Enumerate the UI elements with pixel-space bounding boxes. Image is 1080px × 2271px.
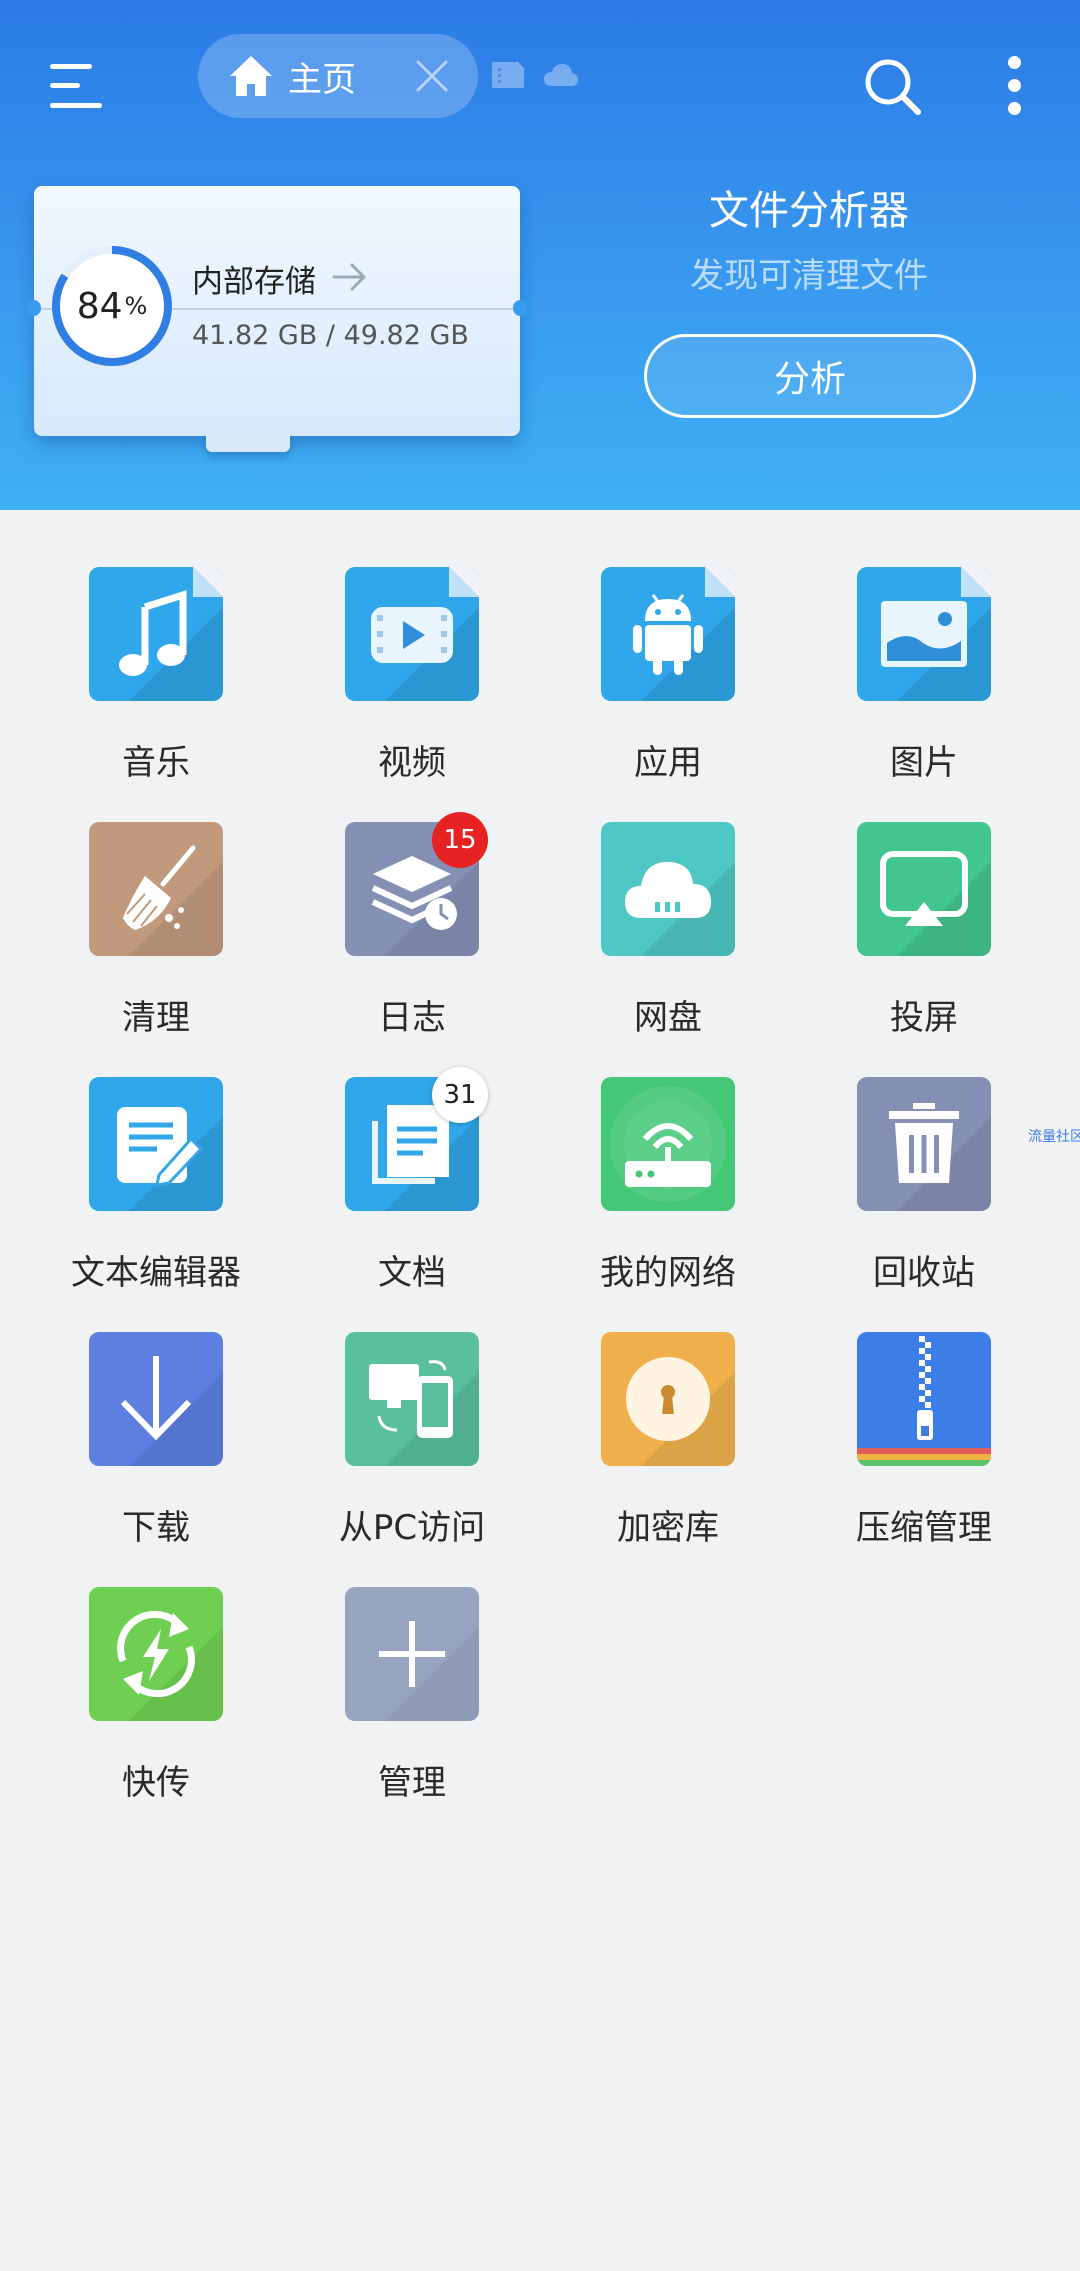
grid-item-label: 音乐 (122, 743, 190, 783)
grid-item-label: 下载 (122, 1508, 190, 1548)
zip-archive-icon (857, 1332, 991, 1466)
tab-home-label: 主页 (288, 59, 356, 100)
grid-item-documents[interactable]: 31 文档 (284, 1067, 540, 1307)
menu-button[interactable] (44, 58, 108, 114)
home-icon (230, 56, 272, 96)
cloud-drive-icon (601, 822, 735, 956)
grid-item-label: 应用 (634, 743, 702, 783)
grid-item-label: 文本编辑器 (71, 1253, 241, 1293)
pc-phone-icon (345, 1332, 479, 1466)
more-vertical-icon[interactable] (1000, 54, 1030, 118)
grid-item-archive[interactable]: 压缩管理 (796, 1332, 1052, 1562)
grid-item-label: 网盘 (634, 998, 702, 1038)
media-tab-icon[interactable] (490, 60, 526, 90)
grid-item-cloud-drive[interactable]: 网盘 (540, 822, 796, 1052)
video-icon (345, 567, 479, 701)
grid-item-recycle-bin[interactable]: 回收站 (796, 1077, 1052, 1307)
close-icon[interactable] (414, 58, 450, 94)
header: 主页 84% 内部存储 41.82 GB / 49.82 GB 文件分析器 发现… (0, 0, 1080, 510)
storage-usage-text: 41.82 GB / 49.82 GB (192, 320, 469, 351)
grid-item-label: 投屏 (890, 998, 958, 1038)
grid-item-label: 文档 (378, 1253, 446, 1293)
grid-item-quick-transfer[interactable]: 快传 (28, 1587, 284, 1817)
grid-item-pictures[interactable]: 图片 (796, 567, 1052, 797)
grid-item-label: 从PC访问 (338, 1508, 486, 1548)
storage-title: 内部存储 (192, 264, 316, 300)
analyze-button[interactable]: 分析 (644, 334, 976, 418)
tab-home[interactable]: 主页 (198, 34, 478, 118)
grid-item-pc-access[interactable]: 从PC访问 (284, 1332, 540, 1562)
image-icon (857, 567, 991, 701)
add-icon (345, 1587, 479, 1721)
cast-screen-icon (857, 822, 991, 956)
grid-item-label: 管理 (378, 1763, 446, 1803)
grid-item-label: 日志 (378, 998, 446, 1038)
grid-item-label: 清理 (122, 998, 190, 1038)
grid-item-my-network[interactable]: 我的网络 (540, 1077, 796, 1307)
grid-item-label: 快传 (122, 1763, 190, 1803)
grid-item-logs[interactable]: 15 日志 (284, 812, 540, 1052)
router-icon (601, 1077, 735, 1211)
arrow-right-icon (332, 263, 366, 291)
hamburger-icon (50, 64, 92, 69)
grid-item-video[interactable]: 视频 (284, 567, 540, 797)
text-editor-icon (89, 1077, 223, 1211)
grid-item-cleaner[interactable]: 清理 (28, 822, 284, 1052)
logs-badge: 15 (432, 812, 488, 868)
grid-item-label: 视频 (378, 743, 446, 783)
android-icon (601, 567, 735, 701)
broom-icon (89, 822, 223, 956)
grid-item-download[interactable]: 下载 (28, 1332, 284, 1562)
documents-badge: 31 (432, 1067, 488, 1123)
cloud-tab-icon[interactable] (542, 60, 580, 90)
download-icon (89, 1332, 223, 1466)
grid-item-manage[interactable]: 管理 (284, 1587, 540, 1817)
grid-item-label: 加密库 (617, 1508, 719, 1548)
search-icon[interactable] (862, 56, 922, 116)
analyzer-title: 文件分析器 (709, 188, 909, 234)
grid-item-music[interactable]: 音乐 (28, 567, 284, 797)
grid-item-label: 图片 (890, 743, 958, 783)
side-tag[interactable]: 流量社区 (1028, 1126, 1080, 1146)
grid-item-label: 我的网络 (600, 1253, 736, 1293)
grid-item-label: 压缩管理 (856, 1508, 992, 1548)
grid-item-label: 回收站 (873, 1253, 975, 1293)
grid-item-apps[interactable]: 应用 (540, 567, 796, 797)
storage-percent: 84% (76, 285, 148, 327)
grid-item-text-editor[interactable]: 文本编辑器 (28, 1077, 284, 1307)
quick-transfer-icon (89, 1587, 223, 1721)
internal-storage-card[interactable]: 84% 内部存储 41.82 GB / 49.82 GB (27, 186, 527, 452)
trash-icon (857, 1077, 991, 1211)
music-icon (89, 567, 223, 701)
vault-lock-icon (601, 1332, 735, 1466)
analyzer-subtitle: 发现可清理文件 (690, 256, 928, 296)
grid-item-cast[interactable]: 投屏 (796, 822, 1052, 1052)
grid-item-vault[interactable]: 加密库 (540, 1332, 796, 1562)
